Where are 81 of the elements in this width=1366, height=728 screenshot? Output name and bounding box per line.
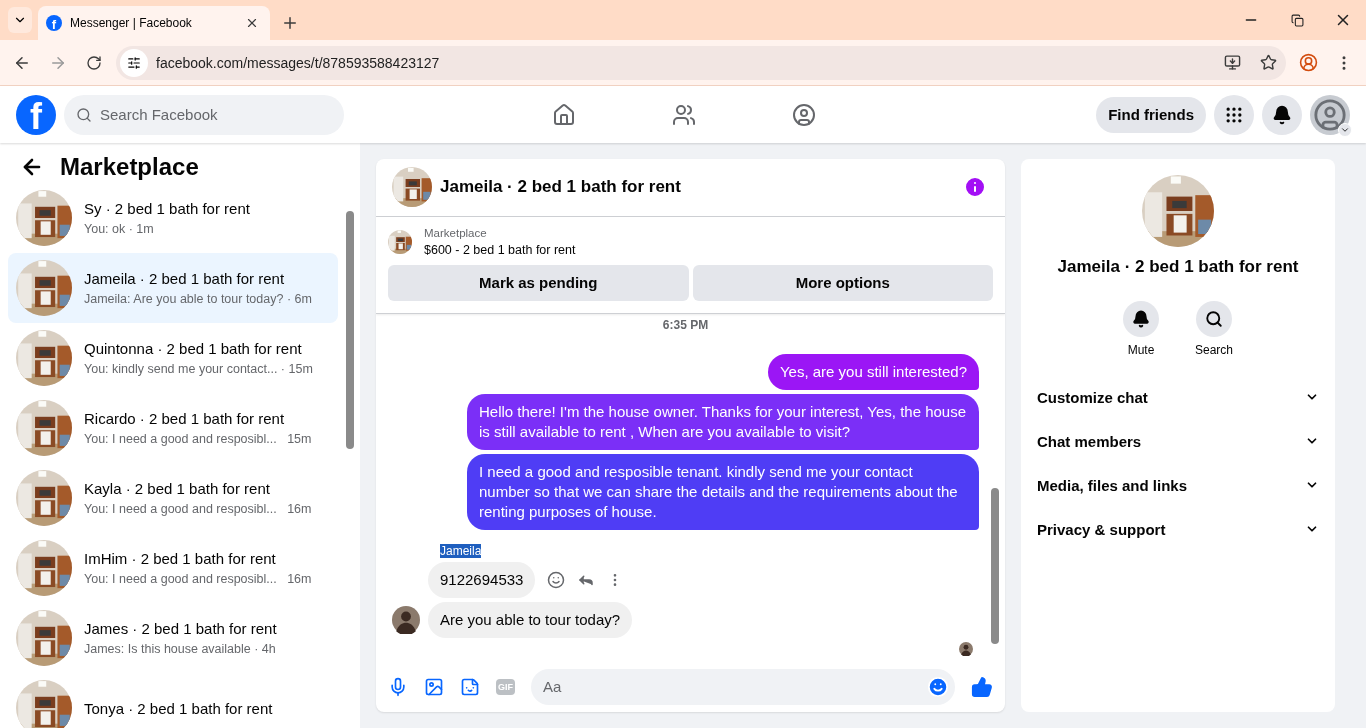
star-icon[interactable] <box>1259 54 1277 71</box>
sliders-icon <box>127 55 141 70</box>
sender-name: Jameila <box>440 543 482 558</box>
close-icon[interactable] <box>245 16 259 30</box>
search-icon <box>76 106 92 123</box>
microphone-icon[interactable] <box>388 676 408 697</box>
message-field[interactable]: Aa <box>531 668 955 705</box>
find-friends-button[interactable]: Find friends <box>1096 96 1206 133</box>
search-button[interactable] <box>1196 301 1232 337</box>
friends-icon[interactable] <box>672 102 696 127</box>
conversation-title: Jameila · 2 bed 1 bath for rent <box>84 270 286 287</box>
conversation-item[interactable]: Tonya · 2 bed 1 bath for rent <box>8 673 338 728</box>
restore-icon[interactable] <box>1290 13 1304 27</box>
conversation-preview: You: I need a good and resposibl... 15m <box>84 432 312 446</box>
conversation-name: Jameila · 2 bed 1 bath for rent <box>1057 257 1299 277</box>
info-section[interactable]: Chat members <box>1029 419 1327 463</box>
conversation-title: ImHim · 2 bed 1 bath for rent <box>84 550 277 567</box>
chat-title: Jameila · 2 bed 1 bath for rent <box>440 177 682 198</box>
mute-button[interactable] <box>1123 301 1159 337</box>
timestamp: 6:35 PM <box>662 317 709 332</box>
conversation-title: Ricardo · 2 bed 1 bath for rent <box>84 410 286 427</box>
conversation-item[interactable]: James · 2 bed 1 bath for rent James: Is this house available · 4h <box>8 603 338 673</box>
tab-search-button[interactable] <box>8 7 32 33</box>
sent-message: I need a good and resposible tenant. kindly send me your contact number so that we can share the details and the requirements about the renting purposes of house. <box>467 453 979 530</box>
plus-icon[interactable] <box>281 14 299 32</box>
conversation-item[interactable]: Quintonna · 2 bed 1 bath for rent You: kindly send me your contact... · 15m <box>8 323 338 393</box>
info-section[interactable]: Customize chat <box>1029 375 1327 419</box>
conversation-item[interactable]: Sy · 2 bed 1 bath for rent You: ok · 1m <box>8 183 338 253</box>
profile-icon[interactable] <box>1298 53 1318 72</box>
smiley-icon[interactable] <box>547 570 566 589</box>
like-icon[interactable] <box>971 675 993 698</box>
home-icon[interactable] <box>552 102 576 127</box>
account-button[interactable] <box>1310 94 1350 135</box>
conversation-item[interactable]: ImHim · 2 bed 1 bath for rent You: I need a good and resposibl... 16m <box>8 533 338 603</box>
avatar <box>959 641 973 656</box>
sent-message: Hello there! I'm the house owner. Thanks for your interest, Yes, the house is still available to rent , When are you available to visit? <box>467 393 979 450</box>
url-text: facebook.com/messages/t/878593588423127 <box>156 54 441 71</box>
address-bar[interactable]: facebook.com/messages/t/878593588423127 <box>116 45 1286 80</box>
conversation-preview: You: I need a good and resposibl... 16m <box>84 502 312 516</box>
conversation-title: James · 2 bed 1 bath for rent <box>84 620 277 637</box>
conversation-preview: You: kindly send me your contact... · 15m <box>84 362 313 376</box>
conversation-preview: You: I need a good and resposibl... 16m <box>84 572 312 586</box>
bell-icon <box>1132 310 1150 328</box>
install-app-icon[interactable] <box>1223 54 1241 71</box>
listing-title: $600 - 2 bed 1 bath for rent <box>424 242 576 257</box>
listing-source: Marketplace <box>424 226 488 239</box>
menu-grid-button[interactable] <box>1214 94 1254 135</box>
received-message: 9122694533 <box>428 561 536 598</box>
listing-action-button[interactable]: Mark as pending <box>388 264 689 301</box>
facebook-logo[interactable]: f <box>16 94 56 135</box>
conversation-item[interactable]: Kayla · 2 bed 1 bath for rent You: I need a good and resposibl... 16m <box>8 463 338 533</box>
listing-action-button[interactable]: More options <box>692 264 993 301</box>
tab-title: Messenger | Facebook <box>70 16 193 30</box>
notifications-button[interactable] <box>1262 94 1302 135</box>
conversation-title: Sy · 2 bed 1 bath for rent <box>84 200 250 217</box>
reload-icon[interactable] <box>86 54 102 71</box>
conversation-item[interactable]: Ricardo · 2 bed 1 bath for rent You: I need a good and resposibl... 15m <box>8 393 338 463</box>
conversation-preview: Jameila: Are you able to tour today? · 6m <box>84 292 312 306</box>
conversation-title: Quintonna · 2 bed 1 bath for rent <box>84 340 303 357</box>
photo-icon[interactable] <box>424 676 444 697</box>
sticker-icon[interactable] <box>460 676 480 697</box>
action-label: Search <box>1195 343 1233 357</box>
search-field[interactable]: Search Facebook <box>64 94 344 135</box>
action-label: Mute <box>1127 343 1155 357</box>
conversation-title: Kayla · 2 bed 1 bath for rent <box>84 480 271 497</box>
sidebar-title: Marketplace <box>60 153 199 181</box>
info-section[interactable]: Privacy & support <box>1029 507 1327 551</box>
bell-icon <box>1272 104 1292 125</box>
favicon: f <box>46 15 62 31</box>
conversation-preview: James: Is this house available · 4h <box>84 642 277 656</box>
conversation-title: Tonya · 2 bed 1 bath for rent <box>84 699 273 717</box>
info-section[interactable]: Media, files and links <box>1029 463 1327 507</box>
browser-tab[interactable]: f Messenger | Facebook <box>38 6 270 40</box>
received-message: Are you able to tour today? <box>428 601 633 638</box>
sent-message: Yes, are you still interested? <box>767 353 979 390</box>
user-circle-icon[interactable] <box>792 102 816 127</box>
site-settings-button[interactable] <box>120 48 148 77</box>
conversation-preview: You: ok · 1m <box>84 222 155 236</box>
user-icon <box>1313 97 1347 132</box>
conversation-item[interactable]: Jameila · 2 bed 1 bath for rent Jameila: Are you able to tour today? · 6m <box>8 253 338 323</box>
search-icon <box>1205 310 1223 328</box>
